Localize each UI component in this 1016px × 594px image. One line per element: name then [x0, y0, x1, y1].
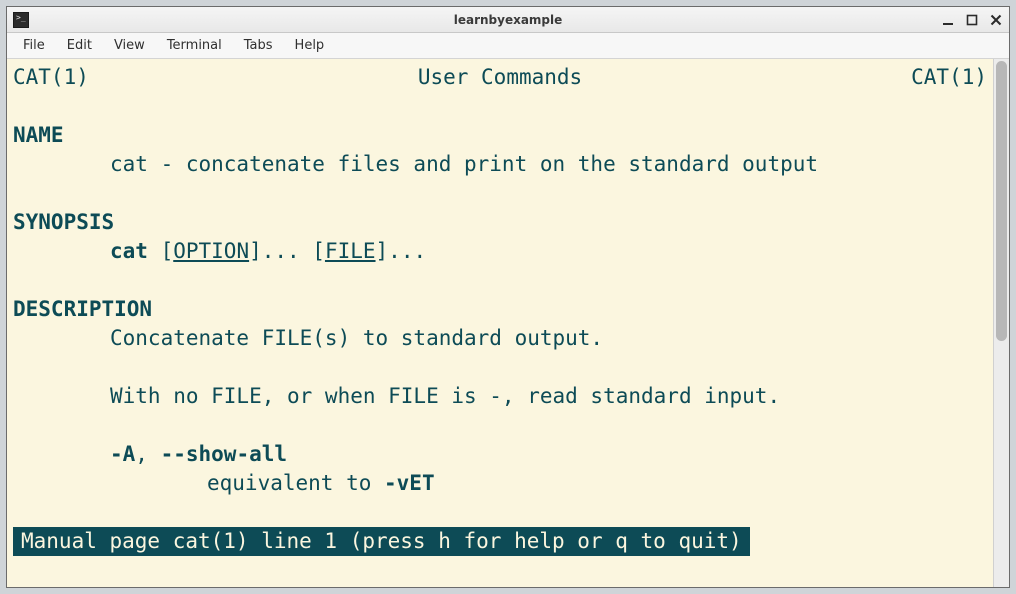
- menu-view[interactable]: View: [104, 35, 155, 56]
- synopsis-open1: [: [148, 239, 173, 263]
- terminal-window: >_ learnbyexample File Edit View Termina…: [6, 6, 1010, 588]
- man-header-center: User Commands: [418, 63, 582, 92]
- window-controls: [941, 13, 1003, 27]
- opt-A-sep: ,: [135, 442, 160, 466]
- close-icon: [990, 14, 1002, 26]
- terminal-output[interactable]: CAT(1) User Commands CAT(1) NAME cat - c…: [7, 59, 993, 587]
- titlebar: >_ learnbyexample: [7, 7, 1009, 33]
- maximize-button[interactable]: [965, 13, 979, 27]
- man-section-description: DESCRIPTION: [13, 295, 987, 324]
- blank-line: [13, 353, 987, 382]
- man-option-A: -A, --show-all: [13, 440, 987, 469]
- menu-help[interactable]: Help: [285, 35, 335, 56]
- man-option-A-desc: equivalent to -vET: [13, 469, 987, 498]
- opt-A-long: --show-all: [161, 442, 287, 466]
- synopsis-option: OPTION: [173, 239, 249, 263]
- blank-line: [13, 498, 987, 527]
- man-statusline: Manual page cat(1) line 1 (press h for h…: [13, 527, 750, 556]
- opt-A-short: -A: [110, 442, 135, 466]
- menubar: File Edit View Terminal Tabs Help: [7, 33, 1009, 59]
- man-name-line: cat - concatenate files and print on the…: [13, 150, 987, 179]
- scrollbar-thumb[interactable]: [996, 61, 1007, 341]
- window-title: learnbyexample: [7, 13, 1009, 27]
- menu-terminal[interactable]: Terminal: [157, 35, 232, 56]
- maximize-icon: [966, 14, 978, 26]
- man-header-left: CAT(1): [13, 63, 89, 92]
- terminal-icon-glyph: >_: [16, 14, 26, 22]
- synopsis-cmd: cat: [110, 239, 148, 263]
- man-header-right: CAT(1): [911, 63, 987, 92]
- man-header: CAT(1) User Commands CAT(1): [13, 63, 987, 92]
- blank-line: [13, 411, 987, 440]
- opt-A-desc-bold: -vET: [384, 471, 435, 495]
- menu-tabs[interactable]: Tabs: [234, 35, 283, 56]
- man-section-synopsis: SYNOPSIS: [13, 208, 987, 237]
- minimize-icon: [942, 14, 954, 26]
- synopsis-close2: ]...: [376, 239, 427, 263]
- menu-file[interactable]: File: [13, 35, 55, 56]
- menu-edit[interactable]: Edit: [57, 35, 102, 56]
- man-synopsis-line: cat [OPTION]... [FILE]...: [13, 237, 987, 266]
- man-desc-line2: With no FILE, or when FILE is -, read st…: [13, 382, 987, 411]
- man-status-row: Manual page cat(1) line 1 (press h for h…: [13, 527, 987, 556]
- man-desc-line1: Concatenate FILE(s) to standard output.: [13, 324, 987, 353]
- man-section-name: NAME: [13, 121, 987, 150]
- close-button[interactable]: [989, 13, 1003, 27]
- terminal-app-icon: >_: [13, 12, 29, 28]
- minimize-button[interactable]: [941, 13, 955, 27]
- synopsis-close1: ]... [: [249, 239, 325, 263]
- vertical-scrollbar[interactable]: [993, 59, 1009, 587]
- opt-A-desc-pre: equivalent to: [207, 471, 384, 495]
- terminal-area: CAT(1) User Commands CAT(1) NAME cat - c…: [7, 59, 1009, 587]
- synopsis-file: FILE: [325, 239, 376, 263]
